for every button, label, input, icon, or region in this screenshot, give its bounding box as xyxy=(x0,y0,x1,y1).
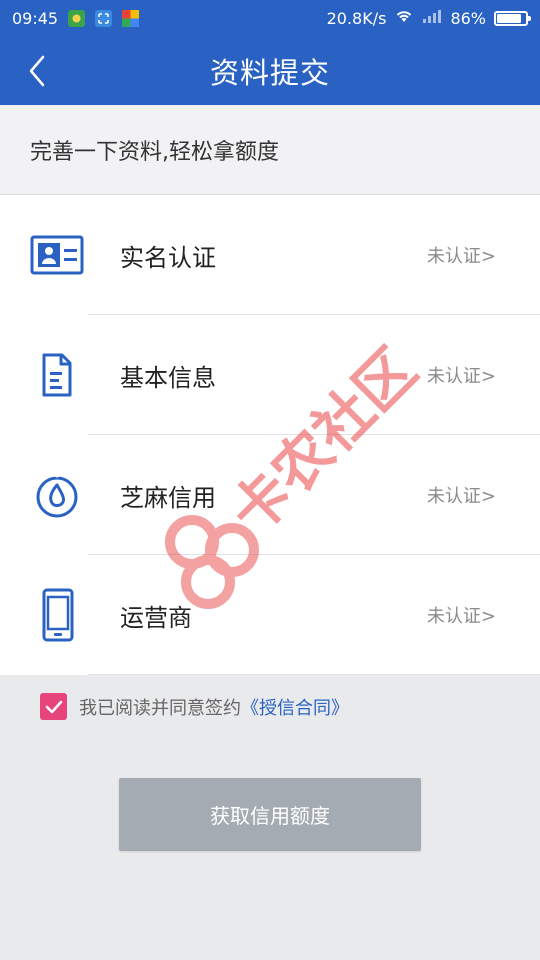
status-bar: 09:45 20.8K/s 86% xyxy=(0,0,540,36)
subheader: 完善一下资料,轻松拿额度 xyxy=(0,105,540,195)
subheader-text: 完善一下资料,轻松拿额度 xyxy=(30,139,279,165)
item-status: 未认证> xyxy=(426,366,496,387)
status-right: 20.8K/s 86% xyxy=(326,8,531,28)
battery-icon xyxy=(494,10,531,26)
agreement-row: 我已阅读并同意签约 《授信合同》 xyxy=(0,693,540,720)
chevron-left-icon xyxy=(29,55,45,87)
icon-container xyxy=(0,471,120,519)
battery-fill xyxy=(497,13,521,23)
list-item-real-name[interactable]: 实名认证 未认证> xyxy=(0,195,540,315)
page-title: 资料提交 xyxy=(209,55,330,90)
status-left: 09:45 xyxy=(12,8,140,28)
sesame-credit-icon xyxy=(36,472,78,518)
maps-notification-icon xyxy=(122,9,140,27)
icon-container xyxy=(0,235,120,275)
icon-container xyxy=(0,588,120,642)
back-button[interactable] xyxy=(22,53,52,89)
item-label: 芝麻信用 xyxy=(120,483,216,512)
item-status: 未认证> xyxy=(426,246,496,267)
id-card-icon xyxy=(30,235,84,275)
battery-percent: 86% xyxy=(450,8,486,28)
agreement-text: 我已阅读并同意签约 xyxy=(79,697,241,719)
network-speed: 20.8K/s xyxy=(326,8,387,28)
submit-button-label: 获取信用额度 xyxy=(210,804,330,828)
status-time: 09:45 xyxy=(12,8,59,28)
wifi-icon xyxy=(394,8,414,28)
verification-list: 实名认证 未认证> 基本信息 未认证> 芝麻信用 未认证> 运营商 未认证> xyxy=(0,195,540,675)
checkmark-icon xyxy=(45,700,62,713)
item-status: 未认证> xyxy=(426,606,496,627)
mobile-phone-icon xyxy=(42,588,74,642)
divider xyxy=(88,674,540,675)
document-icon xyxy=(42,353,72,397)
get-credit-limit-button[interactable]: 获取信用额度 xyxy=(119,778,421,851)
list-item-carrier[interactable]: 运营商 未认证> xyxy=(0,555,540,675)
nav-bar: 资料提交 xyxy=(0,36,540,105)
scan-notification-icon xyxy=(95,9,113,27)
item-label: 基本信息 xyxy=(120,363,216,392)
contract-link[interactable]: 《授信合同》 xyxy=(241,694,349,720)
item-label: 实名认证 xyxy=(120,243,216,272)
top-bar: 09:45 20.8K/s 86% 资料提交 xyxy=(0,0,540,105)
agreement-checkbox[interactable] xyxy=(40,693,67,720)
list-item-sesame-credit[interactable]: 芝麻信用 未认证> xyxy=(0,435,540,555)
signal-icon xyxy=(422,8,442,28)
item-status: 未认证> xyxy=(426,486,496,507)
battery-nub xyxy=(528,15,531,21)
list-item-basic-info[interactable]: 基本信息 未认证> xyxy=(0,315,540,435)
app-notification-icon-green xyxy=(68,9,86,27)
item-label: 运营商 xyxy=(120,603,192,632)
icon-container xyxy=(0,352,120,398)
